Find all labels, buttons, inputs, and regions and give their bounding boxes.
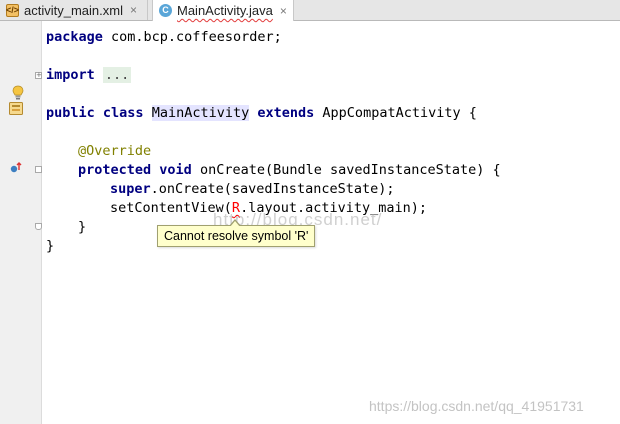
code-line-annotation: @Override — [78, 142, 151, 161]
code-line-package: package com.bcp.coffeesorder; — [46, 28, 282, 47]
tab-label: activity_main.xml — [24, 2, 123, 18]
keyword: void — [159, 162, 192, 178]
error-tooltip: Cannot resolve symbol 'R' — [157, 219, 316, 247]
tab-label: MainActivity.java — [177, 3, 273, 18]
collapse-fold-icon[interactable] — [35, 223, 42, 230]
editor-tab-bar: </> activity_main.xml × C MainActivity.j… — [0, 0, 620, 21]
java-class-icon: C — [159, 4, 172, 17]
keyword: import — [46, 67, 95, 83]
code-text: } — [46, 238, 55, 254]
code-text: com.bcp.coffeesorder; — [102, 29, 282, 45]
code-text: AppCompatActivity { — [314, 105, 477, 121]
annotation: @Override — [78, 143, 152, 159]
lightbulb-icon[interactable] — [12, 85, 24, 101]
tooltip-text: Cannot resolve symbol 'R' — [164, 229, 309, 243]
collapse-fold-icon[interactable] — [35, 166, 42, 173]
class-marker-icon[interactable] — [9, 102, 23, 115]
tab-main-activity-java[interactable]: C MainActivity.java × — [152, 0, 294, 21]
code-line-class-declaration: public class MainActivity extends AppCom… — [46, 104, 477, 123]
close-icon[interactable]: × — [130, 3, 137, 17]
code-text: } — [78, 219, 87, 235]
close-icon[interactable]: × — [280, 4, 287, 18]
folded-imports[interactable]: ... — [102, 67, 132, 83]
keyword: public — [46, 105, 95, 121]
keyword: extends — [257, 105, 315, 121]
code-text: onCreate(Bundle savedInstanceState) { — [191, 162, 501, 178]
expand-fold-icon[interactable]: + — [35, 72, 42, 79]
keyword: super — [110, 181, 151, 197]
code-line-import: import ... — [46, 66, 132, 85]
watermark-corner: https://blog.csdn.net/qq_41951731 — [369, 398, 584, 414]
tab-activity-main-xml[interactable]: </> activity_main.xml × — [0, 0, 148, 20]
keyword: class — [102, 105, 144, 121]
override-method-icon[interactable] — [10, 162, 22, 174]
code-line-close-method: } — [78, 218, 86, 237]
editor-gutter: + — [0, 21, 42, 424]
code-line-super-call: super.onCreate(savedInstanceState); — [110, 180, 394, 199]
xml-file-icon: </> — [6, 3, 20, 17]
code-text: .onCreate(savedInstanceState); — [150, 181, 395, 197]
code-line-close-class: } — [46, 237, 54, 256]
keyword: protected — [78, 162, 152, 178]
keyword: package — [46, 29, 103, 45]
class-name: MainActivity — [151, 105, 250, 121]
code-line-oncreate: protected void onCreate(Bundle savedInst… — [78, 161, 501, 180]
